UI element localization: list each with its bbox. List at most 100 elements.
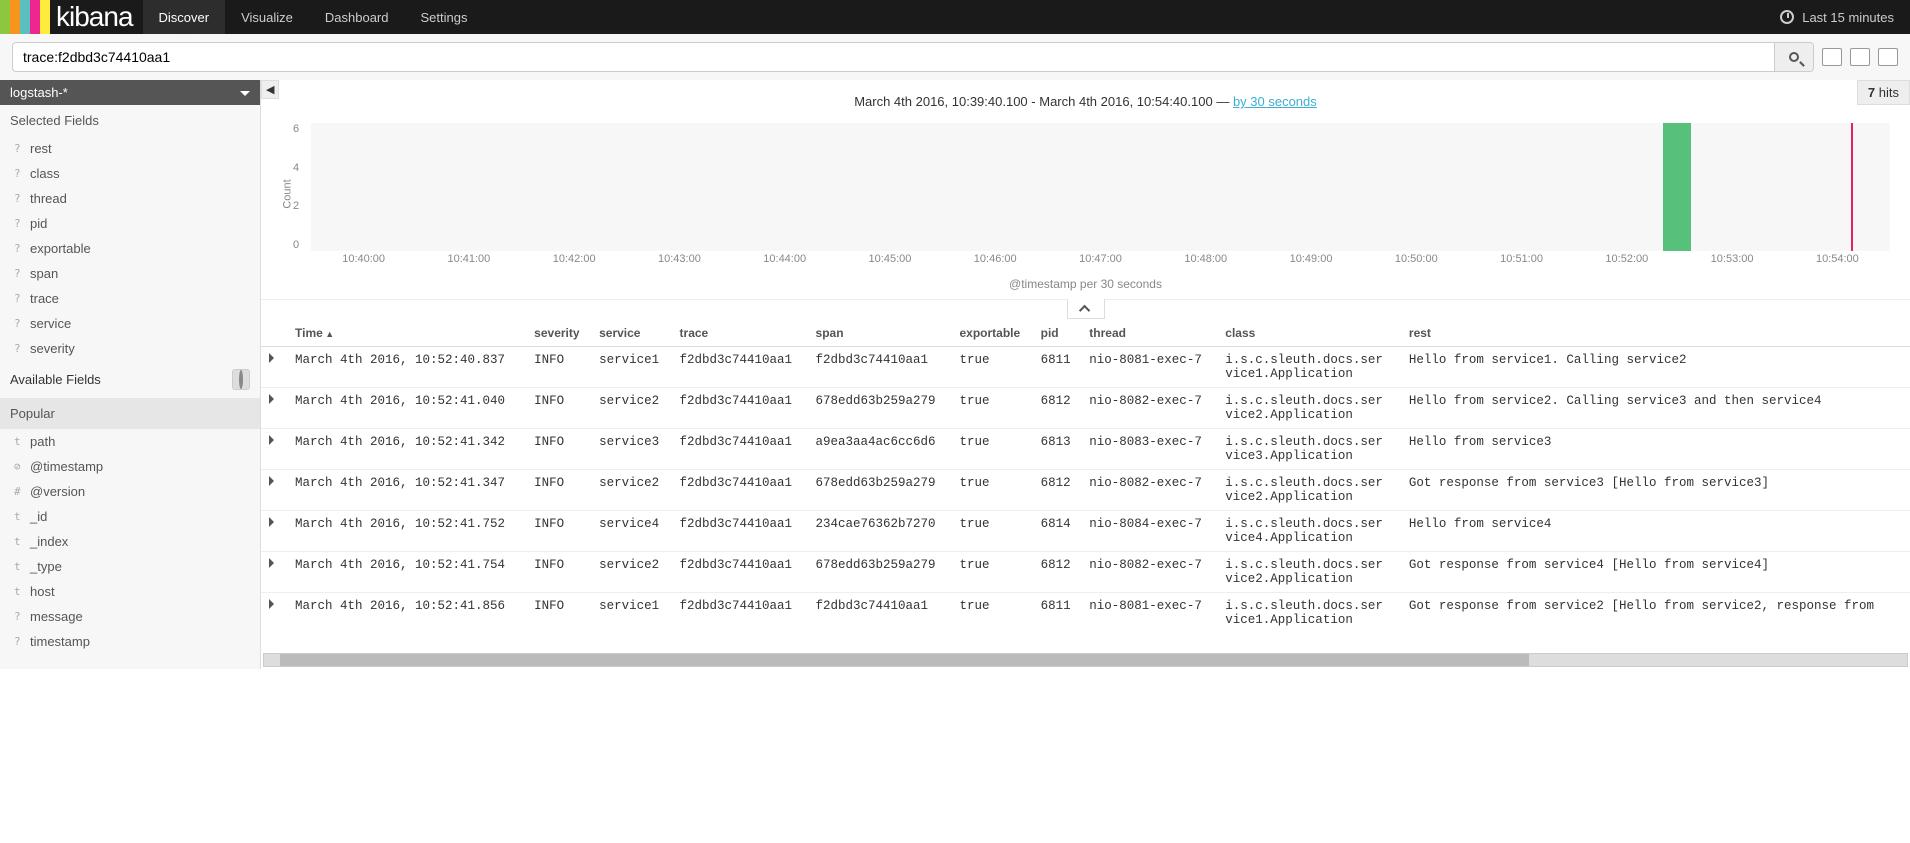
column-service[interactable]: service (591, 320, 671, 347)
cell-severity: INFO (526, 429, 591, 470)
field-_index[interactable]: t_index (0, 529, 260, 554)
cell-pid: 6811 (1033, 593, 1082, 634)
field-thread[interactable]: ?thread (0, 186, 260, 211)
expand-row-button[interactable] (261, 593, 287, 634)
caret-right-icon (269, 353, 279, 363)
index-pattern-selector[interactable]: logstash-* (0, 80, 260, 105)
cell-exportable: true (951, 593, 1032, 634)
cell-severity: INFO (526, 388, 591, 429)
field-service[interactable]: ?service (0, 311, 260, 336)
cell-rest: Hello from service3 (1401, 429, 1910, 470)
field-host[interactable]: thost (0, 579, 260, 604)
column-trace[interactable]: trace (672, 320, 808, 347)
field-severity[interactable]: ?severity (0, 336, 260, 361)
cell-service: service3 (591, 429, 671, 470)
field-settings-button[interactable] (232, 369, 250, 390)
field-span[interactable]: ?span (0, 261, 260, 286)
interval-link[interactable]: by 30 seconds (1233, 94, 1317, 109)
collapse-sidebar-button[interactable]: ◀ (261, 80, 279, 99)
clock-icon (1780, 10, 1794, 24)
cell-thread: nio-8083-exec-7 (1081, 429, 1217, 470)
cell-service: service2 (591, 388, 671, 429)
expand-row-button[interactable] (261, 429, 287, 470)
field-_type[interactable]: t_type (0, 554, 260, 579)
column-class[interactable]: class (1217, 320, 1401, 347)
collapse-chart-button[interactable] (1067, 299, 1105, 319)
field-timestamp[interactable]: ?timestamp (0, 629, 260, 654)
caret-down-icon (240, 91, 250, 101)
cell-class: i.s.c.sleuth.docs.ser vice4.Application (1217, 511, 1401, 552)
save-search-icon[interactable] (1850, 48, 1870, 66)
horizontal-scrollbar[interactable] (263, 653, 1908, 667)
field-_id[interactable]: t_id (0, 504, 260, 529)
hits-label: hits (1879, 85, 1899, 100)
field-exportable[interactable]: ?exportable (0, 236, 260, 261)
cell-pid: 6811 (1033, 347, 1082, 388)
new-search-icon[interactable] (1822, 48, 1842, 66)
field-rest[interactable]: ?rest (0, 136, 260, 161)
table-row: March 4th 2016, 10:52:41.040INFOservice2… (261, 388, 1910, 429)
column-rest[interactable]: rest (1401, 320, 1910, 347)
search-button[interactable] (1774, 43, 1813, 71)
table-row: March 4th 2016, 10:52:41.342INFOservice3… (261, 429, 1910, 470)
expand-row-button[interactable] (261, 470, 287, 511)
histogram-chart[interactable]: Count 6420 10:40:0010:41:0010:42:0010:43… (311, 123, 1890, 273)
table-row: March 4th 2016, 10:52:40.837INFOservice1… (261, 347, 1910, 388)
cell-severity: INFO (526, 511, 591, 552)
field-@timestamp[interactable]: ⊘@timestamp (0, 454, 260, 479)
cell-trace: f2dbd3c74410aa1 (672, 552, 808, 593)
field-trace[interactable]: ?trace (0, 286, 260, 311)
cell-exportable: true (951, 429, 1032, 470)
cell-trace: f2dbd3c74410aa1 (672, 429, 808, 470)
expand-row-button[interactable] (261, 511, 287, 552)
field-pid[interactable]: ?pid (0, 211, 260, 236)
cell-rest: Got response from service3 [Hello from s… (1401, 470, 1910, 511)
cell-time: March 4th 2016, 10:52:41.342 (287, 429, 526, 470)
gear-icon (239, 370, 243, 389)
nav-tab-dashboard[interactable]: Dashboard (309, 0, 405, 34)
column-span[interactable]: span (808, 320, 952, 347)
cell-time: March 4th 2016, 10:52:40.837 (287, 347, 526, 388)
column-thread[interactable]: thread (1081, 320, 1217, 347)
field-path[interactable]: tpath (0, 429, 260, 454)
cell-span: f2dbd3c74410aa1 (808, 593, 952, 634)
field-class[interactable]: ?class (0, 161, 260, 186)
content: ◀ 7 hits March 4th 2016, 10:39:40.100 - … (261, 80, 1910, 669)
expand-row-button[interactable] (261, 552, 287, 593)
cell-rest: Hello from service2. Calling service3 an… (1401, 388, 1910, 429)
nav-tab-settings[interactable]: Settings (405, 0, 484, 34)
column-pid[interactable]: pid (1033, 320, 1082, 347)
search-input[interactable] (13, 43, 1774, 71)
caret-right-icon (269, 476, 279, 486)
cell-span: 678edd63b259a279 (808, 470, 952, 511)
nav-tab-discover[interactable]: Discover (143, 0, 226, 34)
column-time[interactable]: Time (287, 320, 526, 347)
cell-severity: INFO (526, 347, 591, 388)
cell-exportable: true (951, 470, 1032, 511)
sidebar: logstash-* Selected Fields ?rest?class?t… (0, 80, 261, 669)
popular-fields-title: Popular (0, 398, 260, 429)
column-severity[interactable]: severity (526, 320, 591, 347)
cell-trace: f2dbd3c74410aa1 (672, 593, 808, 634)
cell-class: i.s.c.sleuth.docs.ser vice2.Application (1217, 552, 1401, 593)
cell-thread: nio-8082-exec-7 (1081, 470, 1217, 511)
cell-rest: Hello from service4 (1401, 511, 1910, 552)
column-exportable[interactable]: exportable (951, 320, 1032, 347)
cell-pid: 6812 (1033, 552, 1082, 593)
open-search-icon[interactable] (1878, 48, 1898, 66)
hits-badge: 7 hits (1857, 80, 1910, 105)
nav-tab-visualize[interactable]: Visualize (225, 0, 309, 34)
timepicker[interactable]: Last 15 minutes (1780, 0, 1910, 34)
expand-row-button[interactable] (261, 388, 287, 429)
histogram-bar[interactable] (1663, 123, 1691, 251)
table-row: March 4th 2016, 10:52:41.752INFOservice4… (261, 511, 1910, 552)
expand-row-button[interactable] (261, 347, 287, 388)
caret-right-icon (269, 394, 279, 404)
cell-span: a9ea3aa4ac6cc6d6 (808, 429, 952, 470)
cell-service: service2 (591, 470, 671, 511)
field-@version[interactable]: #@version (0, 479, 260, 504)
cell-class: i.s.c.sleuth.docs.ser vice2.Application (1217, 470, 1401, 511)
search-bar (0, 34, 1910, 80)
cell-pid: 6814 (1033, 511, 1082, 552)
field-message[interactable]: ?message (0, 604, 260, 629)
